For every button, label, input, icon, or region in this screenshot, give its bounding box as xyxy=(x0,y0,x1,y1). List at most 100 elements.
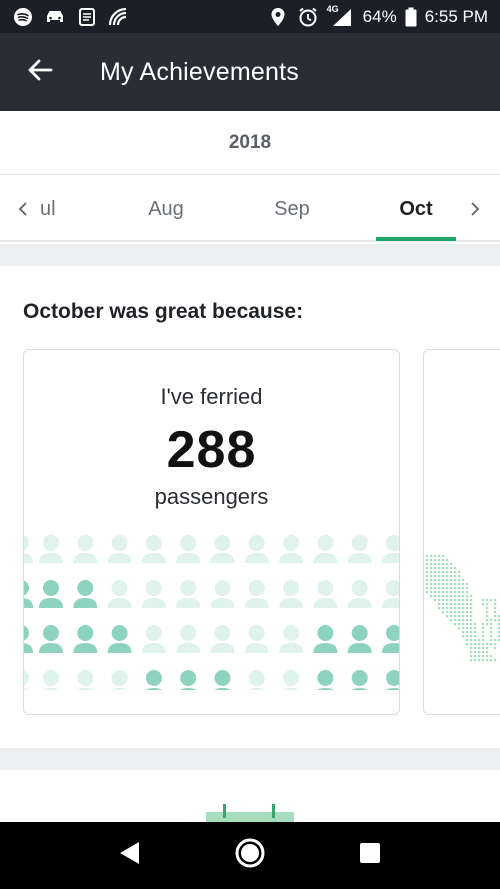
year-header: 2018 xyxy=(0,111,500,175)
map-dot xyxy=(482,647,485,650)
car-icon xyxy=(44,6,66,28)
card-pre-text: I've ferried xyxy=(160,384,263,409)
map-dot xyxy=(458,611,461,614)
map-dot xyxy=(470,643,473,646)
map-dot xyxy=(434,575,437,578)
map-dot xyxy=(494,607,497,610)
map-dot xyxy=(454,575,457,578)
passenger-illustration xyxy=(24,535,399,690)
person-icon xyxy=(282,670,300,690)
map-dot xyxy=(466,595,469,598)
map-dot xyxy=(466,611,469,614)
map-dot xyxy=(462,607,465,610)
map-dot xyxy=(462,623,465,626)
map-dot xyxy=(466,639,469,642)
map-dot xyxy=(426,559,429,562)
map-dot xyxy=(450,595,453,598)
circle-home-icon xyxy=(234,837,266,874)
map-dot xyxy=(478,659,481,662)
person-icon xyxy=(176,625,201,653)
achievements-section: October was great because: I've ferried … xyxy=(0,266,500,748)
month-tab-label: Oct xyxy=(399,197,433,220)
map-dot xyxy=(438,607,441,610)
map-dot xyxy=(490,631,493,634)
spotify-icon xyxy=(12,6,34,28)
person-icon xyxy=(176,535,201,563)
map-dot xyxy=(454,623,457,626)
map-dot xyxy=(458,575,461,578)
map-dot xyxy=(458,579,461,582)
map-dot xyxy=(474,639,477,642)
selected-month-indicator xyxy=(376,237,456,241)
map-dot xyxy=(454,615,457,618)
map-dot xyxy=(430,587,433,590)
map-dot xyxy=(482,627,485,630)
map-dot xyxy=(478,643,481,646)
section-divider xyxy=(0,244,500,266)
map-dot xyxy=(438,575,441,578)
person-icon xyxy=(313,580,338,608)
person-icon xyxy=(107,535,132,563)
person-icon xyxy=(24,670,30,690)
alarm-icon xyxy=(297,6,319,28)
person-icon xyxy=(347,580,372,608)
map-dot xyxy=(462,615,465,618)
network-type-label: 4G xyxy=(326,3,339,14)
signal-app-icon xyxy=(108,6,130,28)
map-dot xyxy=(446,579,449,582)
map-dot xyxy=(482,635,485,638)
map-dot xyxy=(454,599,457,602)
map-dot xyxy=(466,643,469,646)
map-dot xyxy=(490,639,493,642)
map-dot xyxy=(442,611,445,614)
map-dot xyxy=(454,611,457,614)
map-dot xyxy=(438,587,441,590)
map-dot xyxy=(430,567,433,570)
map-card[interactable] xyxy=(423,349,500,715)
map-dot xyxy=(470,599,473,602)
month-tab-oct[interactable]: Oct xyxy=(376,176,456,242)
cell-signal-icon: 4G xyxy=(326,3,355,28)
map-dot xyxy=(458,587,461,590)
map-dot xyxy=(486,655,489,658)
person-icon xyxy=(382,580,399,608)
nav-home-button[interactable] xyxy=(225,831,275,881)
map-dot xyxy=(490,623,493,626)
month-tab-aug[interactable]: Aug xyxy=(126,176,206,242)
map-dot xyxy=(466,591,469,594)
map-dot xyxy=(454,595,457,598)
map-dot xyxy=(458,607,461,610)
nav-recents-button[interactable] xyxy=(345,831,395,881)
map-dot xyxy=(486,603,489,606)
person-icon xyxy=(42,670,60,690)
map-dot xyxy=(426,579,429,582)
map-dot xyxy=(450,603,453,606)
month-prev-button[interactable] xyxy=(8,176,38,242)
map-dot xyxy=(442,583,445,586)
map-dot xyxy=(434,595,437,598)
month-tab-label: Aug xyxy=(148,197,184,220)
map-dot xyxy=(478,651,481,654)
month-tab-sep[interactable]: Sep xyxy=(252,176,332,242)
map-dot xyxy=(462,595,465,598)
map-dot xyxy=(450,607,453,610)
back-button[interactable] xyxy=(0,33,80,111)
map-dot xyxy=(470,615,473,618)
map-illustration xyxy=(426,555,500,662)
map-dot xyxy=(446,559,449,562)
location-icon xyxy=(267,6,289,28)
month-next-button[interactable] xyxy=(460,176,490,242)
map-dot xyxy=(494,643,497,646)
map-dot xyxy=(458,603,461,606)
map-dot xyxy=(474,635,477,638)
map-dot xyxy=(442,555,445,558)
passengers-card[interactable]: I've ferried 288 passengers xyxy=(23,349,400,715)
month-tab-jul-partial[interactable]: ul xyxy=(40,176,70,242)
nav-back-button[interactable] xyxy=(105,831,155,881)
map-dot xyxy=(466,619,469,622)
map-dot xyxy=(450,615,453,618)
map-dot xyxy=(442,587,445,590)
person-icon xyxy=(73,580,98,608)
map-dot xyxy=(442,595,445,598)
map-dot xyxy=(450,579,453,582)
